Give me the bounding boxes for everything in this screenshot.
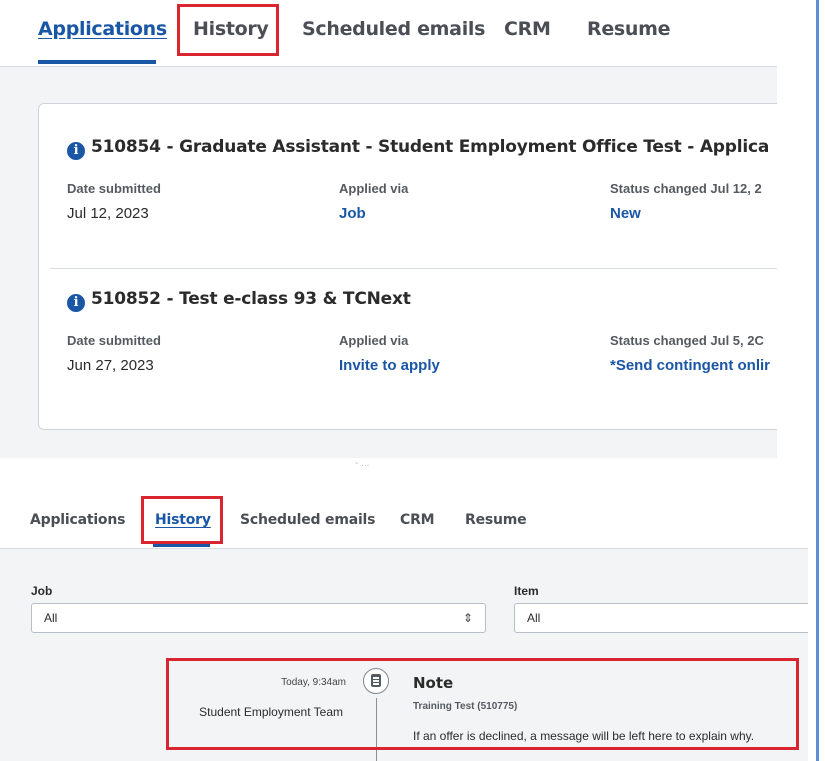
history-tab-highlight (177, 4, 279, 56)
info-icon: i (67, 142, 85, 160)
tab-resume[interactable]: Resume (587, 18, 671, 40)
status-link[interactable]: New (610, 205, 641, 222)
job-filter-label: Job (31, 584, 53, 598)
date-submitted-value: Jun 27, 2023 (67, 357, 154, 374)
page-border-line (816, 0, 819, 761)
application-title[interactable]: i 510854 - Graduate Assistant - Student E… (67, 137, 769, 160)
application-title[interactable]: i 510852 - Test e-class 93 & TCNext (67, 289, 411, 312)
status-link[interactable]: *Send contingent onlir (610, 357, 770, 374)
applied-via-label: Applied via (339, 333, 409, 348)
date-submitted-label: Date submitted (67, 181, 161, 196)
info-icon: i (67, 294, 85, 312)
application-title-text: 510852 - Test e-class 93 & TCNext (91, 289, 411, 309)
application-title-text: 510854 - Graduate Assistant - Student Em… (91, 137, 770, 157)
applied-via-link[interactable]: Job (339, 205, 366, 222)
applications-panel-screenshot: Applications History Scheduled emails CR… (0, 0, 777, 458)
tab-bar: Applications History Scheduled emails CR… (0, 458, 808, 549)
item-filter-value: All (527, 611, 541, 625)
item-filter-select[interactable]: All (514, 603, 808, 633)
status-changed-label: Status changed Jul 12, 2 (610, 181, 762, 196)
tab-crm[interactable]: CRM (400, 512, 435, 528)
job-filter-value: All (44, 611, 58, 625)
applied-via-link[interactable]: Invite to apply (339, 357, 440, 374)
tab-crm[interactable]: CRM (504, 18, 551, 40)
tab-resume[interactable]: Resume (465, 512, 527, 528)
status-changed-label: Status changed Jul 5, 2C (610, 333, 764, 348)
tab-bar: Applications History Scheduled emails CR… (0, 0, 777, 67)
tab-applications[interactable]: Applications (30, 512, 125, 528)
tab-applications[interactable]: Applications (38, 18, 167, 40)
active-tab-indicator (38, 60, 156, 64)
history-tab-highlight (141, 496, 223, 544)
item-filter-label: Item (514, 584, 539, 598)
history-entry-highlight (166, 658, 799, 750)
job-filter-select[interactable]: All ⇕ (31, 603, 486, 633)
date-submitted-value: Jul 12, 2023 (67, 205, 149, 222)
tab-scheduled-emails[interactable]: Scheduled emails (240, 512, 375, 528)
applied-via-label: Applied via (339, 181, 409, 196)
date-submitted-label: Date submitted (67, 333, 161, 348)
history-panel-screenshot: - ... Applications History Scheduled ema… (0, 458, 825, 761)
card-divider (50, 268, 777, 269)
select-chevron-icon: ⇕ (462, 611, 473, 625)
active-tab-indicator (153, 544, 210, 547)
applications-card: i 510854 - Graduate Assistant - Student E… (38, 103, 777, 430)
tab-scheduled-emails[interactable]: Scheduled emails (302, 18, 485, 40)
